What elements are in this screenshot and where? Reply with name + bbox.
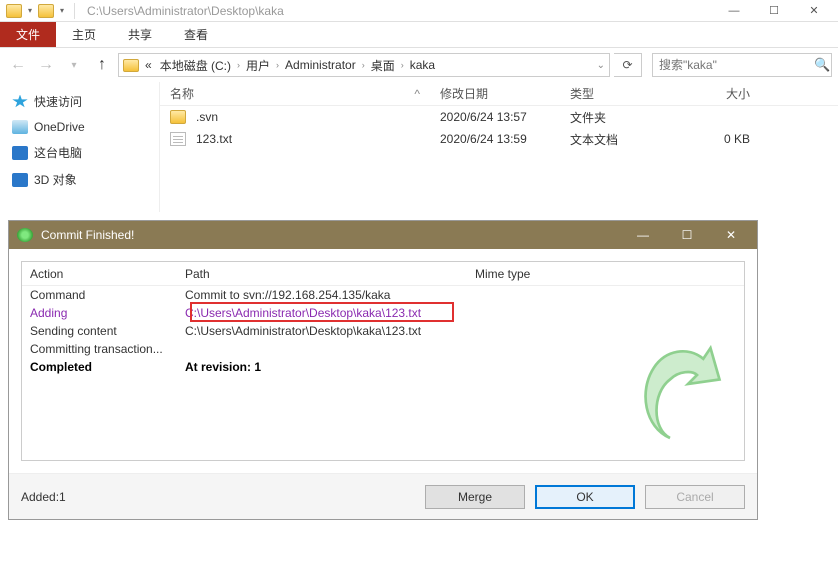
folder-icon (123, 59, 139, 72)
merge-button[interactable]: Merge (425, 485, 525, 509)
close-button[interactable]: ✕ (796, 1, 832, 21)
file-type: 文本文档 (560, 131, 660, 148)
breadcrumb-root[interactable]: « (143, 58, 154, 72)
sidebar-3d-objects[interactable]: 3D 对象 (8, 166, 151, 193)
breadcrumb-item[interactable]: 本地磁盘 (C:) (158, 57, 233, 74)
close-button[interactable]: ✕ (713, 223, 749, 247)
navbar: ← → ▾ ↑ « 本地磁盘 (C:) › 用户 › Administrator… (0, 48, 838, 82)
file-name: 123.txt (196, 132, 232, 146)
file-list-header: 名称^ 修改日期 类型 大小 (160, 82, 838, 106)
log-row: CommandCommit to svn://192.168.254.135/k… (22, 286, 744, 304)
cube-icon (12, 173, 28, 187)
maximize-button[interactable]: ☐ (669, 223, 705, 247)
log-col-path[interactable]: Path (177, 267, 467, 281)
minimize-button[interactable]: — (716, 1, 752, 21)
tab-share[interactable]: 共享 (112, 22, 168, 47)
sidebar-label: OneDrive (34, 120, 85, 134)
back-button[interactable]: ← (6, 53, 30, 77)
dropdown-icon[interactable]: ▾ (60, 6, 64, 15)
file-date: 2020/6/24 13:59 (430, 132, 560, 146)
up-button[interactable]: ↑ (90, 53, 114, 77)
search-icon[interactable]: 🔍 (814, 57, 830, 73)
log-header: Action Path Mime type (22, 262, 744, 286)
maximize-button[interactable]: ☐ (756, 1, 792, 21)
chevron-right-icon[interactable]: › (401, 60, 404, 70)
text-file-icon (170, 132, 186, 146)
log-col-action[interactable]: Action (22, 267, 177, 281)
chevron-right-icon[interactable]: › (362, 60, 365, 70)
sidebar-quick-access[interactable]: 快速访问 (8, 88, 151, 115)
sort-caret-icon: ^ (414, 87, 420, 101)
col-type[interactable]: 类型 (560, 85, 660, 102)
file-date: 2020/6/24 13:57 (430, 110, 560, 124)
ok-button[interactable]: OK (535, 485, 635, 509)
window-title-path: C:\Users\Administrator\Desktop\kaka (87, 4, 284, 18)
tab-view[interactable]: 查看 (168, 22, 224, 47)
commit-log[interactable]: Action Path Mime type CommandCommit to s… (21, 261, 745, 461)
address-bar[interactable]: « 本地磁盘 (C:) › 用户 › Administrator › 桌面 › … (118, 53, 610, 77)
forward-button[interactable]: → (34, 53, 58, 77)
chevron-down-icon[interactable]: ⌄ (597, 60, 605, 71)
dialog-title: Commit Finished! (41, 228, 134, 242)
minimize-button[interactable]: — (625, 223, 661, 247)
tab-file[interactable]: 文件 (0, 22, 56, 47)
breadcrumb-item[interactable]: Administrator (283, 58, 358, 72)
sidebar-label: 3D 对象 (34, 171, 77, 188)
log-row: AddingC:\Users\Administrator\Desktop\kak… (22, 304, 744, 322)
search-box[interactable]: 🔍 (652, 53, 832, 77)
ribbon-tabs: 文件 主页 共享 查看 (0, 22, 838, 48)
chevron-right-icon[interactable]: › (276, 60, 279, 70)
sidebar-onedrive[interactable]: OneDrive (8, 115, 151, 139)
sidebar-this-pc[interactable]: 这台电脑 (8, 139, 151, 166)
dropdown-icon[interactable]: ▾ (28, 6, 32, 15)
file-size: 0 KB (660, 132, 760, 146)
tab-home[interactable]: 主页 (56, 22, 112, 47)
col-size[interactable]: 大小 (660, 85, 760, 102)
commit-status: Added:1 (21, 490, 415, 504)
folder-icon (6, 4, 22, 18)
file-type: 文件夹 (560, 109, 660, 126)
chevron-right-icon[interactable]: › (237, 60, 240, 70)
folder-open-icon[interactable] (38, 4, 54, 18)
breadcrumb-item[interactable]: 桌面 (369, 57, 397, 74)
search-input[interactable] (659, 58, 814, 72)
log-col-mime[interactable]: Mime type (467, 267, 587, 281)
file-row[interactable]: 123.txt 2020/6/24 13:59 文本文档 0 KB (160, 128, 838, 150)
breadcrumb-item[interactable]: kaka (408, 58, 437, 72)
dialog-footer: Added:1 Merge OK Cancel (9, 473, 757, 519)
col-date[interactable]: 修改日期 (430, 85, 560, 102)
file-row[interactable]: .svn 2020/6/24 13:57 文件夹 (160, 106, 838, 128)
folder-icon (170, 110, 186, 124)
breadcrumb-item[interactable]: 用户 (244, 57, 272, 74)
file-pane: 名称^ 修改日期 类型 大小 .svn 2020/6/24 13:57 文件夹 … (160, 82, 838, 212)
file-name: .svn (196, 110, 218, 124)
commit-dialog: Commit Finished! — ☐ ✕ Action Path Mime … (8, 220, 758, 520)
star-icon (12, 95, 28, 109)
nav-sidebar: 快速访问 OneDrive 这台电脑 3D 对象 (0, 82, 160, 212)
refresh-button[interactable]: ⟳ (614, 53, 642, 77)
col-name[interactable]: 名称^ (160, 85, 430, 102)
cloud-icon (12, 120, 28, 134)
sidebar-label: 快速访问 (34, 93, 82, 110)
commit-success-icon (634, 338, 724, 448)
cancel-button[interactable]: Cancel (645, 485, 745, 509)
history-dropdown[interactable]: ▾ (62, 53, 86, 77)
dialog-titlebar[interactable]: Commit Finished! — ☐ ✕ (9, 221, 757, 249)
tortoise-icon (17, 228, 33, 242)
titlebar: ▾ ▾ C:\Users\Administrator\Desktop\kaka … (0, 0, 838, 22)
sidebar-label: 这台电脑 (34, 144, 82, 161)
monitor-icon (12, 146, 28, 160)
